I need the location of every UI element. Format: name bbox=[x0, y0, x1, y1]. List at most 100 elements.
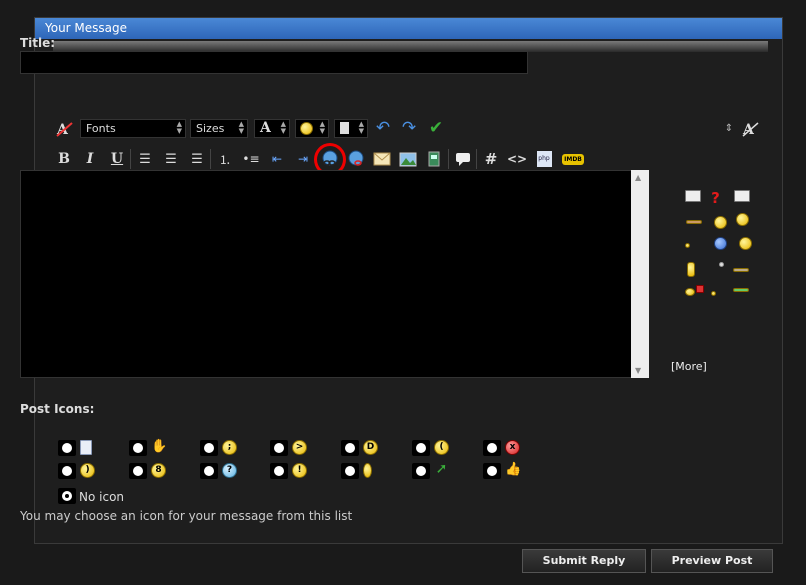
indent-icon[interactable]: ⇥ bbox=[292, 148, 314, 170]
toolbar-separator bbox=[210, 149, 211, 169]
smilie-icon[interactable] bbox=[686, 220, 702, 224]
php-label: php bbox=[536, 151, 552, 167]
arrow-icon: ➚ bbox=[435, 461, 448, 477]
post-icon-option[interactable]: ? bbox=[200, 462, 248, 480]
post-icon-option[interactable]: 8 bbox=[129, 462, 177, 480]
font-select[interactable]: Fonts ▲ ▼ bbox=[80, 119, 186, 138]
unordered-list-icon[interactable]: •≡ bbox=[240, 148, 262, 170]
radio-button[interactable] bbox=[341, 440, 359, 456]
preview-post-button[interactable]: Preview Post bbox=[651, 549, 773, 573]
thumbs-down-icon: ✋ bbox=[151, 439, 168, 454]
post-icon-option[interactable]: x bbox=[483, 439, 531, 457]
document-icon bbox=[340, 122, 349, 134]
message-editor[interactable] bbox=[20, 170, 649, 378]
exclamation-icon: ! bbox=[292, 463, 307, 478]
smilie-select[interactable]: ▲ ▼ bbox=[295, 119, 329, 138]
radio-button[interactable] bbox=[58, 463, 76, 479]
outdent-icon[interactable]: ⇤ bbox=[266, 148, 288, 170]
smilie-icon[interactable] bbox=[719, 262, 724, 267]
switch-editor-icon[interactable]: A bbox=[740, 118, 762, 140]
php-button[interactable]: php bbox=[533, 148, 555, 170]
radio-button[interactable] bbox=[129, 440, 147, 456]
redo-icon[interactable]: ↷ bbox=[398, 117, 420, 139]
smilie-icon[interactable] bbox=[736, 213, 749, 226]
radio-button[interactable] bbox=[200, 440, 218, 456]
more-smilies-link[interactable]: [More] bbox=[671, 360, 707, 373]
remove-format-icon[interactable]: A bbox=[54, 118, 76, 140]
bold-button[interactable]: B bbox=[53, 148, 75, 170]
radio-button-checked[interactable] bbox=[58, 488, 76, 504]
post-icons-label: Post Icons: bbox=[20, 402, 95, 416]
wink-icon: ; bbox=[222, 440, 237, 455]
cool-icon: 8 bbox=[151, 463, 166, 478]
radio-button[interactable] bbox=[129, 463, 147, 479]
smilie-icon[interactable] bbox=[711, 291, 716, 296]
smilie-sign-icon[interactable] bbox=[685, 190, 701, 202]
radio-button[interactable] bbox=[483, 463, 501, 479]
post-icon-option[interactable]: > bbox=[270, 439, 318, 457]
align-right-icon[interactable]: ☰ bbox=[186, 148, 208, 170]
undo-icon[interactable]: ↶ bbox=[372, 117, 394, 139]
image-icon[interactable] bbox=[397, 148, 419, 170]
smilie-icon[interactable] bbox=[733, 268, 749, 272]
radio-button[interactable] bbox=[270, 440, 288, 456]
align-center-icon[interactable]: ☰ bbox=[160, 148, 182, 170]
code-button[interactable]: <> bbox=[506, 148, 528, 170]
no-icon-label: No icon bbox=[79, 490, 125, 504]
check-icon[interactable]: ✔ bbox=[425, 117, 447, 139]
smilie-icon[interactable] bbox=[733, 288, 749, 292]
smilie-blue-icon[interactable] bbox=[714, 237, 727, 250]
post-icon-option[interactable]: ( bbox=[412, 439, 460, 457]
post-icon-option[interactable]: ➚ bbox=[412, 462, 460, 480]
italic-button[interactable]: I bbox=[79, 148, 101, 170]
post-icon-option[interactable]: ) bbox=[58, 462, 106, 480]
post-icon-option[interactable] bbox=[58, 439, 106, 457]
scroll-up-icon[interactable]: ▲ bbox=[635, 173, 641, 182]
smilie-question-icon[interactable]: ? bbox=[709, 190, 722, 206]
resize-icon[interactable]: ⇕ bbox=[718, 117, 740, 139]
scroll-down-icon[interactable]: ▼ bbox=[635, 366, 641, 375]
font-color-select[interactable]: A ▲ ▼ bbox=[254, 119, 290, 138]
align-left-icon[interactable]: ☰ bbox=[134, 148, 156, 170]
size-select[interactable]: Sizes ▲ ▼ bbox=[190, 119, 248, 138]
radio-button[interactable] bbox=[483, 440, 501, 456]
post-icon-option[interactable]: ; bbox=[200, 439, 248, 457]
smilie-icon[interactable] bbox=[739, 237, 752, 250]
radio-button[interactable] bbox=[412, 440, 430, 456]
underline-button[interactable]: U bbox=[106, 148, 128, 170]
video-icon[interactable] bbox=[423, 148, 445, 170]
smilie-icon[interactable] bbox=[687, 262, 695, 277]
smiley-icon bbox=[300, 122, 313, 135]
post-icon-option[interactable]: ✋ bbox=[129, 439, 177, 457]
ordered-list-icon[interactable]: ⒈ bbox=[214, 148, 236, 170]
post-icon-option[interactable]: D bbox=[341, 439, 389, 457]
chevron-updown-icon: ▲ ▼ bbox=[238, 120, 244, 135]
radio-button[interactable] bbox=[200, 463, 218, 479]
hash-button[interactable]: # bbox=[480, 148, 502, 170]
radio-button[interactable] bbox=[412, 463, 430, 479]
post-icon-option[interactable]: ! bbox=[270, 462, 318, 480]
smilie-flag-icon[interactable] bbox=[696, 285, 704, 293]
email-icon[interactable] bbox=[371, 148, 393, 170]
title-input[interactable] bbox=[20, 51, 528, 74]
remove-link-icon[interactable] bbox=[345, 148, 367, 170]
chevron-updown-icon: ▲ ▼ bbox=[176, 120, 182, 135]
radio-button[interactable] bbox=[341, 463, 359, 479]
smilie-icon[interactable] bbox=[685, 288, 695, 296]
smilie-icon[interactable] bbox=[714, 216, 727, 229]
post-icon-option[interactable]: 👍 bbox=[483, 462, 531, 480]
thumbs-up-icon: 👍 bbox=[505, 462, 522, 477]
sad-icon: ( bbox=[434, 440, 449, 455]
submit-reply-button[interactable]: Submit Reply bbox=[522, 549, 646, 573]
editor-scrollbar[interactable]: ▲ ▼ bbox=[631, 170, 649, 378]
smilie-icon[interactable] bbox=[685, 243, 690, 248]
radio-button[interactable] bbox=[270, 463, 288, 479]
attach-select[interactable]: ▲ ▼ bbox=[334, 119, 368, 138]
imdb-button[interactable]: IMDB bbox=[561, 148, 585, 170]
smile-icon: ) bbox=[80, 463, 95, 478]
quote-icon[interactable] bbox=[452, 148, 474, 170]
post-icon-option[interactable] bbox=[341, 462, 389, 480]
radio-button[interactable] bbox=[58, 440, 76, 456]
smilie-sign-icon[interactable] bbox=[734, 190, 750, 202]
chevron-updown-icon: ▲ ▼ bbox=[280, 120, 286, 135]
